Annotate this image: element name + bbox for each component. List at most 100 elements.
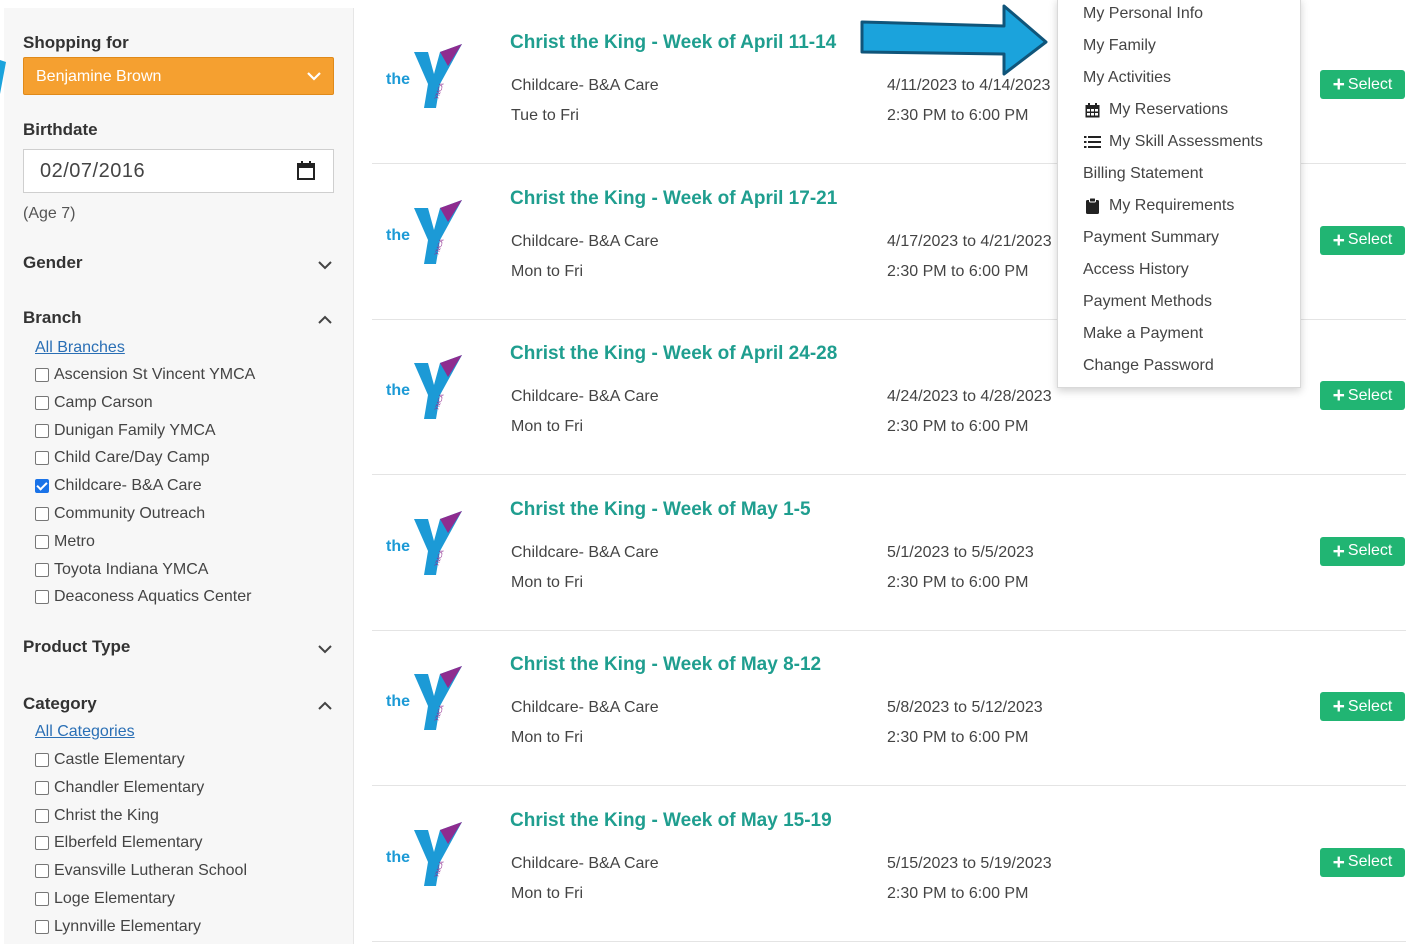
branch-option[interactable]: Camp Carson	[35, 393, 153, 413]
select-button[interactable]: + Select	[1320, 70, 1405, 99]
category-option-label: Christ the King	[54, 806, 159, 824]
menu-item-my-family[interactable]: My Family	[1083, 37, 1156, 55]
checkbox[interactable]	[35, 808, 49, 823]
plus-icon: +	[1332, 73, 1345, 96]
checkbox[interactable]	[35, 753, 49, 767]
program-category: Childcare- B&A Care	[511, 77, 659, 94]
branch-option-label: Deaconess Aquatics Center	[54, 588, 252, 606]
branch-option[interactable]: Community Outreach	[35, 504, 205, 524]
program-days: Mon to Fri	[511, 262, 584, 280]
menu-item-my-skill-assessments[interactable]: My Skill Assessments	[1083, 133, 1263, 151]
program-title[interactable]: Christ the King - Week of April 24-28	[510, 343, 837, 365]
branch-label: Branch	[23, 308, 82, 327]
ymca-logo: the YMCA	[384, 44, 464, 108]
program-title[interactable]: Christ the King - Week of April 17-21	[510, 188, 837, 210]
calendar-icon	[1083, 102, 1101, 118]
category-option[interactable]: Castle Elementary	[35, 750, 185, 770]
menu-item-my-requirements[interactable]: My Requirements	[1083, 197, 1234, 215]
branch-option[interactable]: Dunigan Family YMCA	[35, 421, 216, 441]
svg-text:the: the	[386, 693, 410, 710]
menu-item-label: My Personal Info	[1083, 5, 1204, 22]
checkbox[interactable]	[35, 562, 49, 577]
ymca-logo: the YMCA	[384, 199, 464, 264]
program-title[interactable]: Christ the King - Week of May 8-12	[510, 654, 821, 676]
ymca-logo: the YMCA	[384, 821, 464, 886]
branch-option[interactable]: Metro	[35, 532, 95, 552]
checkbox[interactable]	[35, 423, 49, 438]
select-button[interactable]: + Select	[1320, 847, 1405, 877]
menu-item-payment-summary[interactable]: Payment Summary	[1083, 229, 1219, 247]
program-time: 2:30 PM to 6:00 PM	[887, 262, 1029, 280]
program-card: the YMCA Christ the King - Week of May 1…	[372, 475, 1406, 631]
menu-item-my-activities[interactable]: My Activities	[1083, 69, 1171, 87]
plus-icon: +	[1332, 384, 1345, 407]
clipboard-icon	[1083, 198, 1101, 214]
menu-item-my-personal-info[interactable]: My Personal Info	[1083, 5, 1203, 23]
annotation-arrow	[860, 4, 1048, 76]
shopping-for-select[interactable]: Benjamine Brown	[23, 57, 334, 95]
program-time: 2:30 PM to 6:00 PM	[887, 573, 1029, 591]
program-title[interactable]: Christ the King - Week of May 1-5	[510, 499, 811, 521]
checkbox[interactable]	[35, 479, 49, 494]
checkbox[interactable]	[35, 590, 49, 605]
birthdate-input[interactable]: 02/07/2016	[23, 149, 334, 193]
checkbox[interactable]	[35, 507, 49, 521]
ymca-logo: the YMCA	[384, 666, 464, 730]
shopping-for-label: Shopping for	[23, 33, 129, 52]
checkbox[interactable]	[35, 864, 49, 879]
branch-option[interactable]: Child Care/Day Camp	[35, 448, 210, 468]
select-button[interactable]: + Select	[1320, 536, 1405, 566]
menu-item-label: My Reservations	[1109, 101, 1229, 118]
branch-option[interactable]: Toyota Indiana YMCA	[35, 560, 208, 580]
age-text: (Age 7)	[23, 205, 76, 222]
account-dropdown-menu: My Personal Info My Family My Activities My…	[1057, 0, 1301, 388]
menu-item-change-password[interactable]: Change Password	[1083, 357, 1214, 375]
checkbox[interactable]	[35, 919, 49, 934]
program-time: 2:30 PM to 6:00 PM	[887, 884, 1029, 902]
menu-item-make-a-payment[interactable]: Make a Payment	[1083, 325, 1203, 343]
birthdate-value: 02/07/2016	[40, 160, 146, 182]
chevron-up-icon	[317, 699, 333, 718]
checkbox[interactable]	[35, 780, 49, 795]
select-button[interactable]: + Select	[1320, 692, 1405, 721]
calendar-icon[interactable]	[297, 161, 315, 186]
checkbox[interactable]	[35, 395, 49, 410]
gender-label: Gender	[23, 253, 83, 272]
all-categories-link[interactable]: All Categories	[35, 723, 135, 741]
branch-option[interactable]: Deaconess Aquatics Center	[35, 587, 251, 607]
filter-sidebar: Shopping for Benjamine Brown Birthdate 0…	[4, 8, 354, 944]
select-button[interactable]: + Select	[1320, 381, 1405, 410]
checkbox[interactable]	[35, 368, 49, 382]
category-option[interactable]: Elberfeld Elementary	[35, 833, 203, 853]
checkbox[interactable]	[35, 892, 49, 906]
checkbox[interactable]	[35, 451, 49, 466]
select-button-label: Select	[1347, 542, 1393, 559]
menu-item-label: My Family	[1083, 37, 1156, 54]
branch-option[interactable]: Ascension St Vincent YMCA	[35, 365, 255, 385]
plus-icon: +	[1332, 850, 1345, 874]
program-title[interactable]: Christ the King - Week of May 15-19	[510, 810, 832, 832]
category-option[interactable]: Evansville Lutheran School	[35, 861, 247, 881]
branch-option[interactable]: Childcare- B&A Care	[35, 476, 202, 496]
chevron-down-icon	[305, 67, 323, 90]
select-button[interactable]: + Select	[1320, 225, 1405, 255]
all-branches-link[interactable]: All Branches	[35, 339, 125, 357]
checkbox[interactable]	[35, 534, 49, 549]
program-title[interactable]: Christ the King - Week of April 11-14	[510, 32, 836, 54]
program-category: Childcare- B&A Care	[511, 543, 659, 561]
menu-item-access-history[interactable]: Access History	[1083, 261, 1189, 279]
menu-item-label: Payment Summary	[1083, 229, 1220, 246]
category-option[interactable]: Loge Elementary	[35, 889, 175, 909]
menu-item-my-reservations[interactable]: My Reservations	[1083, 101, 1228, 119]
category-option[interactable]: Christ the King	[35, 806, 159, 826]
program-dates: 5/8/2023 to 5/12/2023	[887, 699, 1043, 716]
checkbox[interactable]	[35, 836, 49, 851]
menu-item-billing-statement[interactable]: Billing Statement	[1083, 165, 1203, 183]
program-time: 2:30 PM to 6:00 PM	[887, 418, 1029, 435]
ymca-logo: the YMCA	[384, 510, 464, 575]
category-option[interactable]: Lynnville Elementary	[35, 917, 201, 937]
chevron-down-icon	[317, 258, 333, 277]
category-option[interactable]: Chandler Elementary	[35, 778, 204, 798]
menu-item-payment-methods[interactable]: Payment Methods	[1083, 293, 1212, 311]
plus-icon: +	[1332, 539, 1345, 563]
